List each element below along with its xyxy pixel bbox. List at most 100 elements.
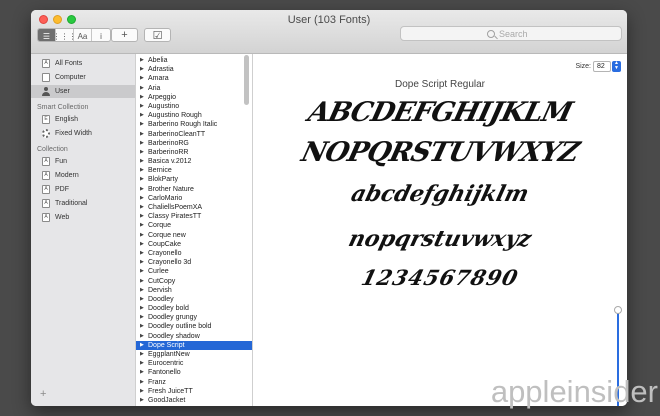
sidebar-item-pdf[interactable]: A PDF <box>31 183 135 196</box>
sample-view-icon[interactable]: Aa <box>74 29 92 41</box>
add-font-button[interactable]: + <box>111 28 138 42</box>
font-list-item[interactable]: ▶ Arpeggio <box>136 93 252 102</box>
font-list-item[interactable]: ▶ GoodJacket <box>136 396 252 405</box>
add-collection-button[interactable]: + <box>40 388 46 400</box>
size-slider-knob[interactable] <box>614 306 622 314</box>
font-list-item[interactable]: ▶ Dope Script <box>136 340 252 350</box>
font-list-item[interactable]: ▶ BarberinoRG <box>136 139 252 148</box>
font-list-item[interactable]: ▶ Corque <box>136 221 252 230</box>
font-list-item[interactable]: ▶ BarberinoRR <box>136 148 252 157</box>
sidebar-item-fun[interactable]: A Fun <box>31 155 135 168</box>
disclosure-triangle-icon[interactable]: ▶ <box>140 56 145 65</box>
disclosure-triangle-icon[interactable]: ▶ <box>140 65 145 74</box>
font-list-item[interactable]: ▶ CoupCake <box>136 240 252 249</box>
disclosure-triangle-icon[interactable]: ▶ <box>140 332 145 341</box>
font-list-item[interactable]: ▶ BlokParty <box>136 175 252 184</box>
disclosure-triangle-icon[interactable]: ▶ <box>140 387 145 396</box>
disclosure-triangle-icon[interactable]: ▶ <box>140 267 145 276</box>
disclosure-triangle-icon[interactable]: ▶ <box>140 295 145 304</box>
disclosure-triangle-icon[interactable]: ▶ <box>140 111 145 120</box>
disclosure-triangle-icon[interactable]: ▶ <box>140 130 145 139</box>
disclosure-triangle-icon[interactable]: ▶ <box>140 350 145 359</box>
disclosure-triangle-icon[interactable]: ▶ <box>140 212 145 221</box>
font-list-item[interactable]: ▶ Doodley outline bold <box>136 322 252 331</box>
sidebar-item-all-fonts[interactable]: A All Fonts <box>31 57 135 70</box>
font-list-item[interactable]: ▶ Brother Nature <box>136 185 252 194</box>
disclosure-triangle-icon[interactable]: ▶ <box>140 221 145 230</box>
font-list-item[interactable]: ▶ Franz <box>136 378 252 387</box>
disclosure-triangle-icon[interactable]: ▶ <box>140 249 145 258</box>
font-list-item[interactable]: ▶ Classy PiratesTT <box>136 212 252 221</box>
sidebar-item-fixed-width[interactable]: Fixed Width <box>31 127 135 140</box>
sidebar-item-traditional[interactable]: A Traditional <box>31 197 135 210</box>
font-list-item[interactable]: ▶ Dervish <box>136 286 252 295</box>
search-field[interactable]: Search <box>400 26 622 41</box>
disclosure-triangle-icon[interactable]: ▶ <box>140 240 145 249</box>
font-list-item[interactable]: ▶ Augustino Rough <box>136 111 252 120</box>
font-list-item[interactable]: ▶ Crayonello <box>136 249 252 258</box>
font-list-item[interactable]: ▶ CarloMario <box>136 194 252 203</box>
disclosure-triangle-icon[interactable]: ▶ <box>140 341 145 350</box>
sidebar-item-english[interactable]: E English <box>31 113 135 126</box>
font-family-name: CutCopy <box>148 277 176 285</box>
size-stepper[interactable]: ▲ ▼ <box>612 61 621 72</box>
disclosure-triangle-icon[interactable]: ▶ <box>140 102 145 111</box>
disclosure-triangle-icon[interactable]: ▶ <box>140 203 145 212</box>
sidebar-item-modern[interactable]: A Modern <box>31 169 135 182</box>
font-list-item[interactable]: ▶ Adrastia <box>136 65 252 74</box>
font-list-item[interactable]: ▶ EggplantNew <box>136 350 252 359</box>
disclosure-triangle-icon[interactable]: ▶ <box>140 166 145 175</box>
font-list-item[interactable]: ▶ Fantonello <box>136 368 252 377</box>
disclosure-triangle-icon[interactable]: ▶ <box>140 231 145 240</box>
disclosure-triangle-icon[interactable]: ▶ <box>140 194 145 203</box>
sidebar-item-web[interactable]: A Web <box>31 211 135 224</box>
font-list-item[interactable]: ▶ Abelia <box>136 56 252 65</box>
font-list-item[interactable]: ▶ Augustino <box>136 102 252 111</box>
disclosure-triangle-icon[interactable]: ▶ <box>140 313 145 322</box>
font-list-item[interactable]: ▶ ChaliellsPoemXA <box>136 203 252 212</box>
font-list-item[interactable]: ▶ Crayonello 3d <box>136 258 252 267</box>
sidebar-item-user[interactable]: User <box>31 85 135 98</box>
disclosure-triangle-icon[interactable]: ▶ <box>140 175 145 184</box>
info-view-icon[interactable]: i <box>92 29 110 41</box>
validate-font-button[interactable]: ☑ <box>144 28 171 42</box>
disclosure-triangle-icon[interactable]: ▶ <box>140 277 145 286</box>
disclosure-triangle-icon[interactable]: ▶ <box>140 139 145 148</box>
size-label: Size: <box>575 63 591 70</box>
font-list-item[interactable]: ▶ Curlee <box>136 267 252 276</box>
sidebar-item-computer[interactable]: Computer <box>31 71 135 84</box>
font-list-item[interactable]: ▶ Eurocentric <box>136 359 252 368</box>
font-list-scrollbar[interactable] <box>244 55 249 105</box>
font-list-item[interactable]: ▶ Fresh JuiceTT <box>136 387 252 396</box>
font-list-item[interactable]: ▶ Barberino Rough Italic <box>136 120 252 129</box>
disclosure-triangle-icon[interactable]: ▶ <box>140 157 145 166</box>
disclosure-triangle-icon[interactable]: ▶ <box>140 84 145 93</box>
font-list-item[interactable]: ▶ Doodley grungy <box>136 313 252 322</box>
font-list-item[interactable]: ▶ Bernice <box>136 166 252 175</box>
font-list-item[interactable]: ▶ CutCopy <box>136 277 252 286</box>
disclosure-triangle-icon[interactable]: ▶ <box>140 396 145 405</box>
disclosure-triangle-icon[interactable]: ▶ <box>140 93 145 102</box>
disclosure-triangle-icon[interactable]: ▶ <box>140 74 145 83</box>
disclosure-triangle-icon[interactable]: ▶ <box>140 359 145 368</box>
font-list-item[interactable]: ▶ BarberinoCleanTT <box>136 130 252 139</box>
disclosure-triangle-icon[interactable]: ▶ <box>140 185 145 194</box>
font-list-item[interactable]: ▶ Aria <box>136 84 252 93</box>
font-list-item[interactable]: ▶ Basica v.2012 <box>136 157 252 166</box>
disclosure-triangle-icon[interactable]: ▶ <box>140 304 145 313</box>
disclosure-triangle-icon[interactable]: ▶ <box>140 322 145 331</box>
font-list-item[interactable]: ▶ Doodley shadow <box>136 332 252 341</box>
font-list-item[interactable]: ▶ Doodley bold <box>136 304 252 313</box>
disclosure-triangle-icon[interactable]: ▶ <box>140 378 145 387</box>
font-list-item[interactable]: ▶ Doodley <box>136 295 252 304</box>
size-input[interactable]: 82 <box>593 61 611 72</box>
grid-view-icon[interactable]: ⋮⋮⋮ <box>53 29 77 41</box>
font-list-item[interactable]: ▶ Corque new <box>136 231 252 240</box>
disclosure-triangle-icon[interactable]: ▶ <box>140 368 145 377</box>
disclosure-triangle-icon[interactable]: ▶ <box>140 258 145 267</box>
disclosure-triangle-icon[interactable]: ▶ <box>140 286 145 295</box>
sidebar-item-label: Modern <box>55 172 79 179</box>
disclosure-triangle-icon[interactable]: ▶ <box>140 120 145 129</box>
font-list-item[interactable]: ▶ Amara <box>136 74 252 83</box>
disclosure-triangle-icon[interactable]: ▶ <box>140 148 145 157</box>
